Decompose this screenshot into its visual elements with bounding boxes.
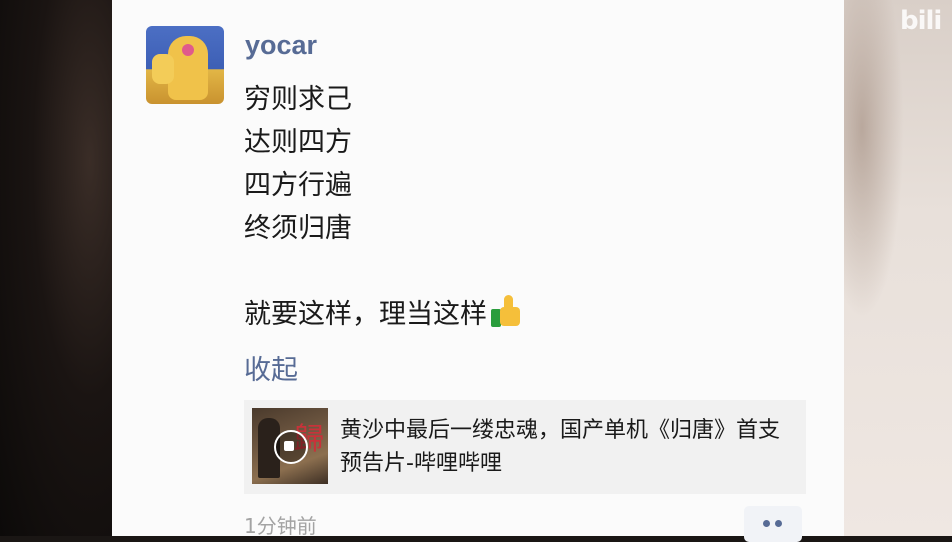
post-line: 穷则求己 xyxy=(244,84,352,115)
shared-link-title: 黄沙中最后一缕忠魂，国产单机《归唐》首支预告片-哔哩哔哩 xyxy=(340,418,781,476)
post-line: 终须归唐 xyxy=(244,213,352,244)
post-content: 穷则求己 达则四方 四方行遍 终须归唐 就要这样，理当这样 xyxy=(244,78,521,336)
bilibili-watermark: bili xyxy=(900,6,942,36)
post-closing-line: 就要这样，理当这样 xyxy=(244,293,521,336)
avatar[interactable] xyxy=(146,26,224,104)
collapse-link[interactable]: 收起 xyxy=(244,348,298,387)
background-left xyxy=(0,0,112,536)
moments-post-card: yocar 穷则求己 达则四方 四方行遍 终须归唐 就要这样，理当这样 收起 歸… xyxy=(112,0,844,542)
shared-link-card[interactable]: 歸 黄沙中最后一缕忠魂，国产单机《归唐》首支预告片-哔哩哔哩 xyxy=(244,400,806,494)
dot-icon xyxy=(763,520,770,527)
post-line: 四方行遍 xyxy=(244,170,352,201)
thumbs-up-icon xyxy=(489,295,521,327)
more-actions-button[interactable] xyxy=(744,506,802,542)
dot-icon xyxy=(775,520,782,527)
video-cover-thumbnail: 歸 xyxy=(252,408,328,484)
background-right xyxy=(844,0,952,536)
post-timestamp: 1分钟前 xyxy=(244,514,317,538)
video-play-icon xyxy=(274,430,308,464)
post-line: 达则四方 xyxy=(244,127,352,158)
username[interactable]: yocar xyxy=(245,30,317,61)
